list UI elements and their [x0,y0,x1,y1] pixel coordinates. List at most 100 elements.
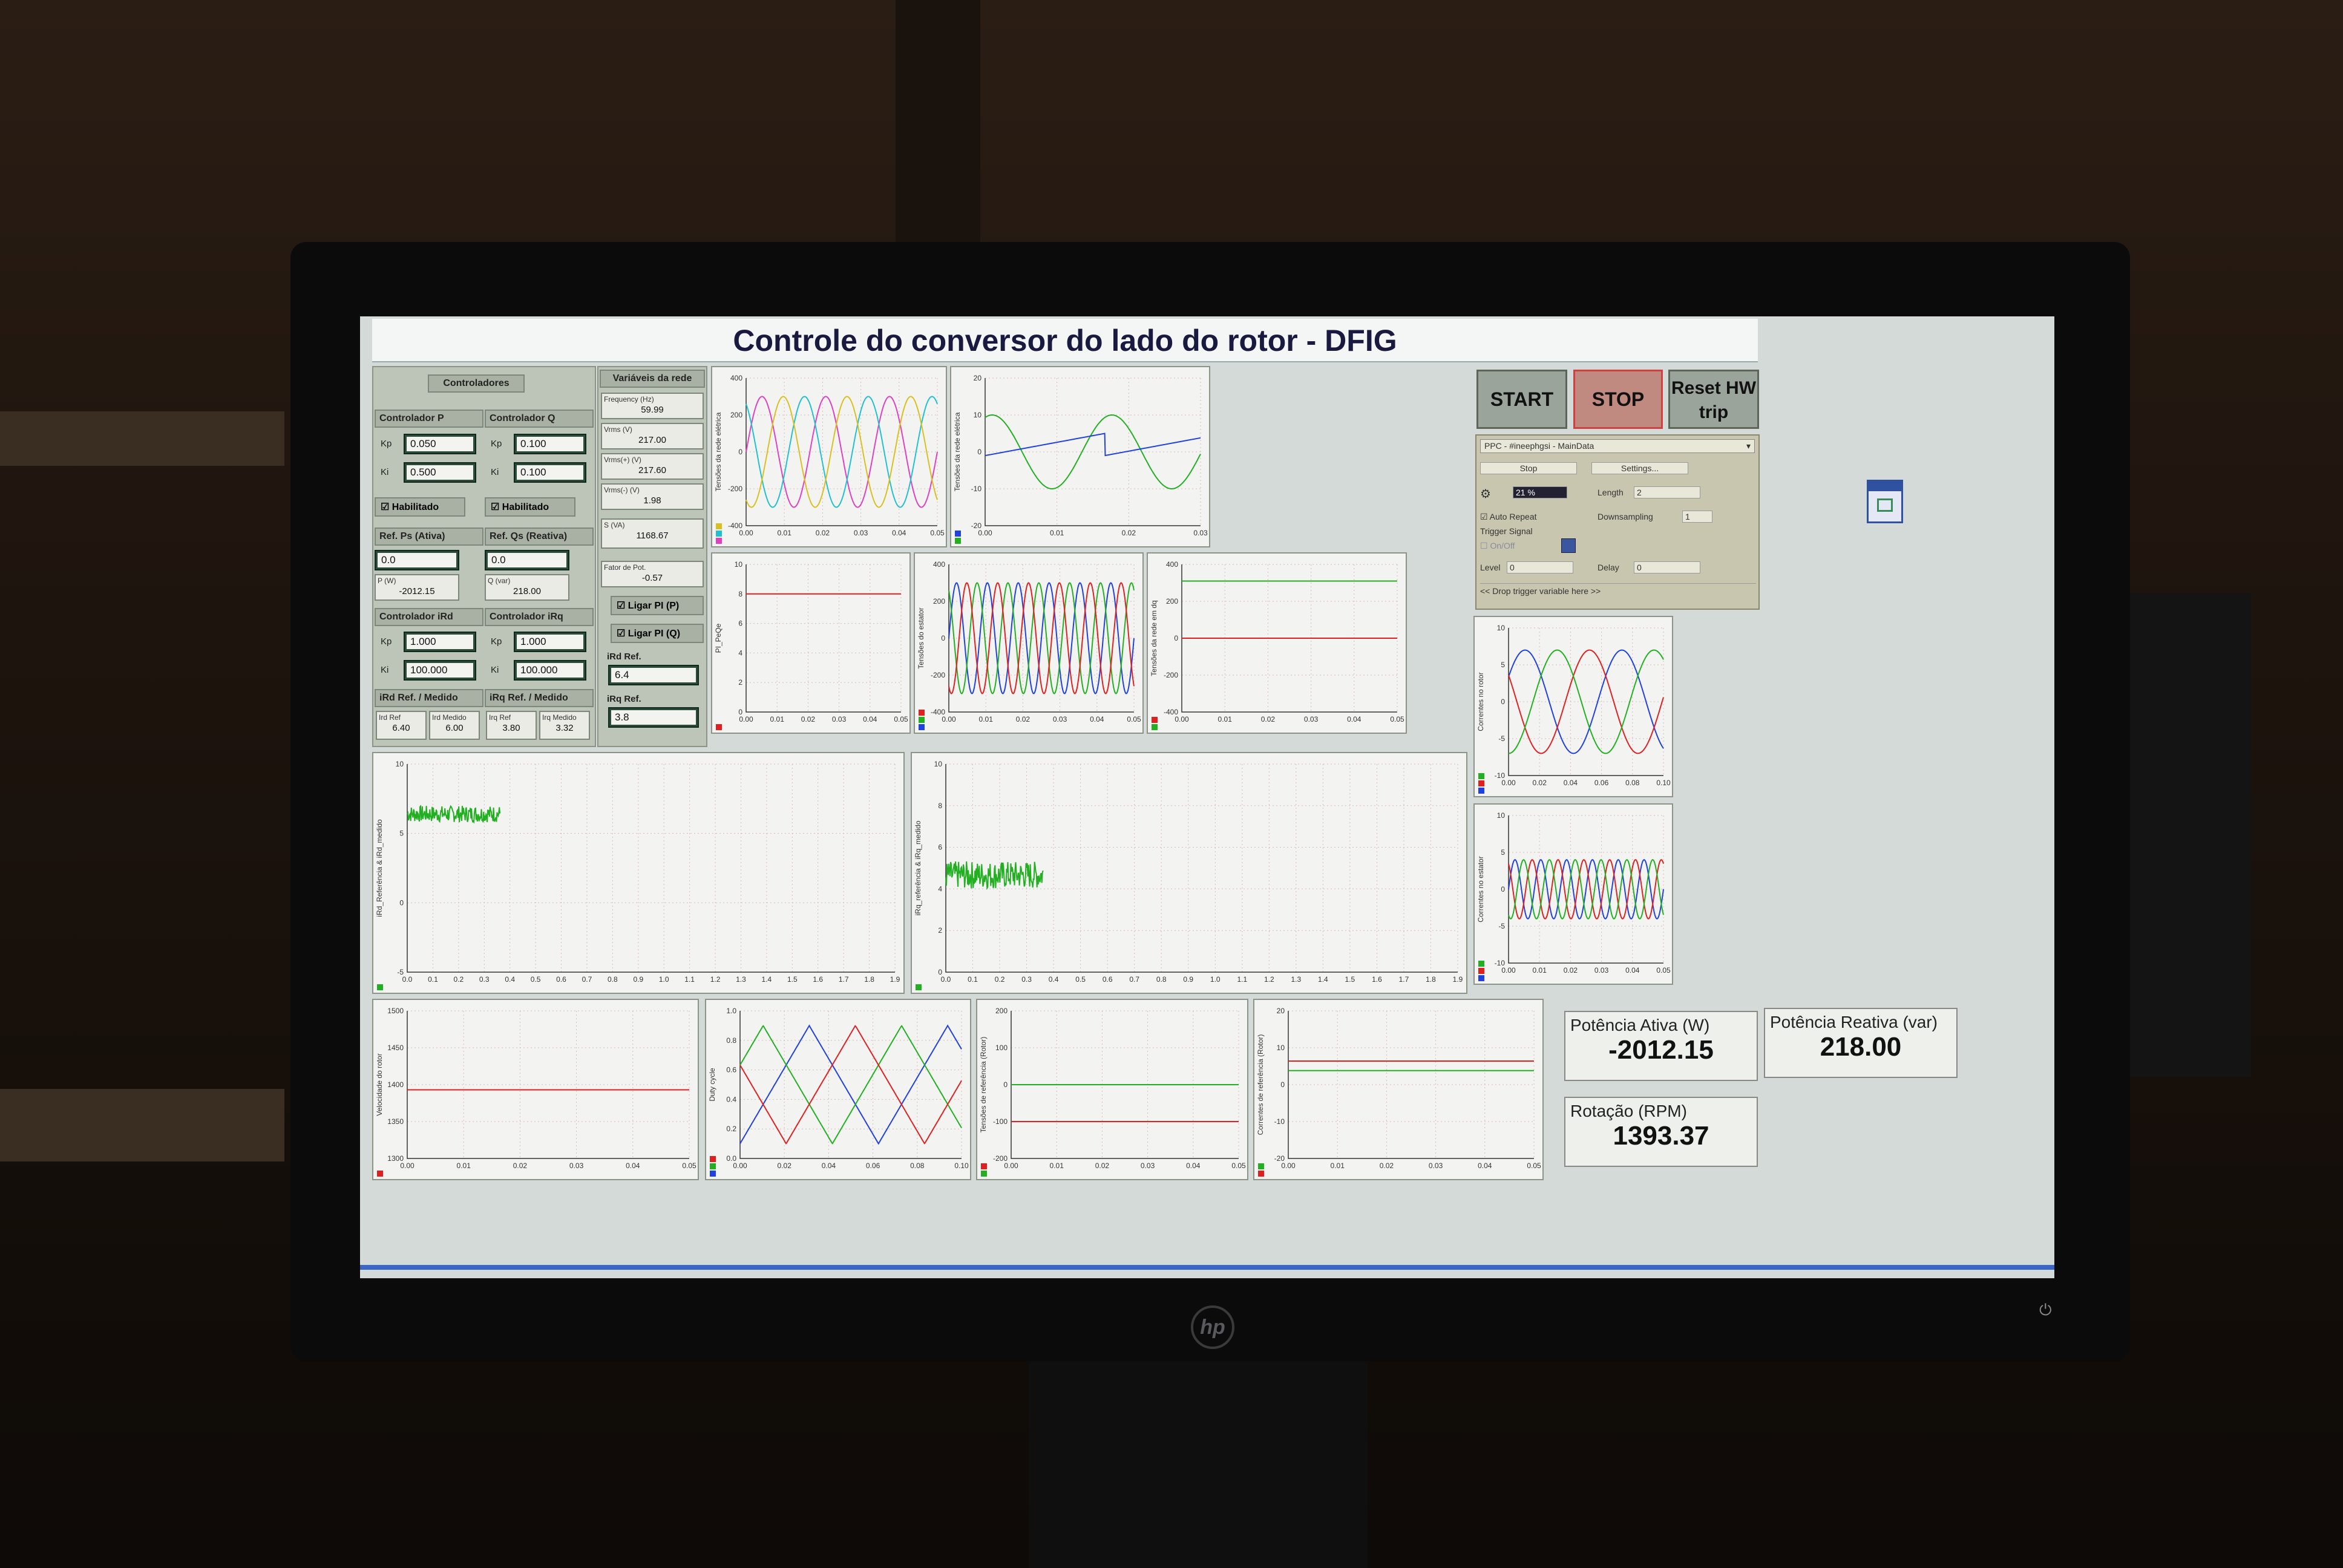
x-tick-label: 0.05 [1390,715,1404,724]
controller-p-title: Controlador P [375,410,483,428]
legend-swatch [377,984,383,990]
x-tick-label: 0.03 [569,1161,584,1170]
q-kp-input[interactable]: 0.100 [514,434,586,454]
habilitado-p-checkbox[interactable]: ☑ Habilitado [375,497,465,517]
rotor-reference-voltage-chart: 200 100 0 -100 -200 0.00 0.01 0.02 0.03 0.04 0.05 T… [976,999,1248,1180]
y-axis-label: Correntes de referência (Rotor) [1256,1034,1265,1135]
y-tick-label: 10 [1497,624,1506,632]
length-input[interactable]: 2 [1634,486,1700,498]
y-tick-label: 8 [938,802,942,810]
chart-svg: 20100-10-200.00 0.01 0.02 0.03Tensões da re… [953,374,1208,544]
x-tick-label: 0.01 [770,715,785,724]
power-icon[interactable]: ⏻ [2039,1301,2052,1320]
legend-swatch [716,538,722,544]
drop-trigger-zone[interactable]: << Drop trigger variable here >> [1480,583,1756,596]
shelf [0,1089,284,1161]
ird-ref-input[interactable]: 6.4 [608,665,699,685]
x-tick-label: 1.9 [890,975,900,984]
x-tick-label: 0.0 [402,975,413,984]
y-tick-label: 1450 [387,1044,404,1052]
x-tick-label: 0.03 [854,529,868,537]
ref-qs-input[interactable]: 0.0 [485,550,569,570]
habilitado-q-checkbox[interactable]: ☑ Habilitado [485,497,575,517]
x-tick-label: 0.02 [778,1161,792,1170]
x-tick-label: 1.9 [1453,975,1463,984]
rotor-speed-chart: 1500 1450 1400 1350 1300 0.00 0.01 0.02 0.03 0.04… [372,999,699,1180]
x-tick-label: 0.05 [1127,715,1141,724]
x-tick-label: 0.04 [863,715,877,724]
ligar-pi-q-checkbox[interactable]: ☑ Ligar PI (Q) [611,624,704,643]
kp-label: Kp [491,439,502,449]
ird-kp-input[interactable]: 1.000 [404,632,476,652]
irq-ki-input[interactable]: 100.000 [514,660,586,681]
x-tick-label: 0.03 [1594,966,1609,975]
y-tick-label: -10 [1274,1117,1285,1126]
start-button[interactable]: START [1476,370,1567,429]
irq-ref-input[interactable]: 3.8 [608,707,699,728]
y-tick-label: 200 [933,597,945,606]
y-tick-label: 100 [995,1044,1008,1052]
ppc-select[interactable]: PPC - #ineephgsi - MainData ▾ [1480,439,1755,453]
y-axis-label: Velocidade do rotor [375,1053,384,1116]
delay-input[interactable]: 0 [1634,561,1700,573]
p-watts-display: P (W) -2012.15 [375,574,459,601]
chart-svg: 2001000-100-2000.00 0.01 0.02 0.03 0.04 0.05T… [979,1007,1246,1177]
y-tick-label: 200 [1166,597,1178,606]
y-tick-label: 0 [941,634,945,642]
x-tick-label: 0.00 [400,1161,415,1170]
x-tick-label: 0.01 [979,715,994,724]
delay-label: Delay [1598,563,1619,572]
ird-ref-medido-title: iRd Ref. / Medido [375,689,483,707]
y-axis-label: iRq_referência & iRq_medido [914,820,922,915]
irq-ref-medido-title: iRq Ref. / Medido [485,689,594,707]
y-tick-label: 10 [1277,1044,1285,1052]
x-tick-label: 0.01 [1050,529,1064,537]
legend-swatch [1152,724,1158,730]
legend-swatch [710,1156,716,1162]
on-off-checkbox[interactable]: ☐ On/Off [1480,541,1515,551]
x-tick-label: 1.7 [839,975,849,984]
p-ki-input[interactable]: 0.500 [404,462,476,483]
p-kp-input[interactable]: 0.050 [404,434,476,454]
ird-ki-input[interactable]: 100.000 [404,660,476,681]
ppc-stop-button[interactable]: Stop [1480,462,1577,474]
stop-button[interactable]: STOP [1573,370,1663,429]
legend-swatch [1258,1163,1264,1169]
rotacao-display: Rotação (RPM) 1393.37 [1564,1097,1758,1167]
x-tick-label: 0.02 [513,1161,528,1170]
x-tick-label: 0.00 [942,715,956,724]
x-tick-label: 1.7 [1399,975,1409,984]
y-tick-label: -10 [971,485,982,493]
x-tick-label: 1.8 [1426,975,1436,984]
y-tick-label: 8 [738,590,742,598]
irq-kp-input[interactable]: 1.000 [514,632,586,652]
ref-qs-title: Ref. Qs (Reativa) [485,528,594,546]
ird-medido-display: Ird Medido 6.00 [429,711,480,740]
trigger-signal-label: Trigger Signal [1480,526,1533,536]
screen: Controle do conversor do lado do rotor -… [360,316,2054,1278]
ref-ps-input[interactable]: 0.0 [375,550,459,570]
x-tick-label: 0.04 [1347,715,1362,724]
ppc-settings-button[interactable]: Settings... [1591,462,1688,474]
level-input[interactable]: 0 [1507,561,1573,573]
q-ki-input[interactable]: 0.100 [514,462,586,483]
controller-irq-title: Controlador iRq [485,608,594,626]
x-tick-label: 0.04 [822,1161,836,1170]
legend-swatch [716,523,722,529]
length-label: Length [1598,488,1624,497]
y-tick-label: 0 [738,448,742,456]
ligar-pi-p-checkbox[interactable]: ☑ Ligar PI (P) [611,596,704,615]
window-icon[interactable] [1867,480,1903,523]
legend-swatch [916,984,922,990]
duty-cycle-chart: 1.0 0.8 0.6 0.4 0.2 0.0 0.00 0.02 0.04 0.06 0.08 0.… [705,999,971,1180]
trigger-edge-icon[interactable] [1561,538,1576,553]
window-titlebar [1869,482,1901,491]
ki-label: Ki [381,665,389,675]
x-tick-label: 0.05 [1527,1161,1541,1170]
monitor-stand [1029,1361,1368,1568]
x-tick-label: 0.3 [479,975,490,984]
auto-repeat-checkbox[interactable]: ☑ Auto Repeat [1480,512,1537,522]
reset-hw-trip-button[interactable]: Reset HW trip [1668,370,1759,429]
downsampling-input[interactable]: 1 [1682,511,1712,523]
x-tick-label: 0.08 [910,1161,925,1170]
